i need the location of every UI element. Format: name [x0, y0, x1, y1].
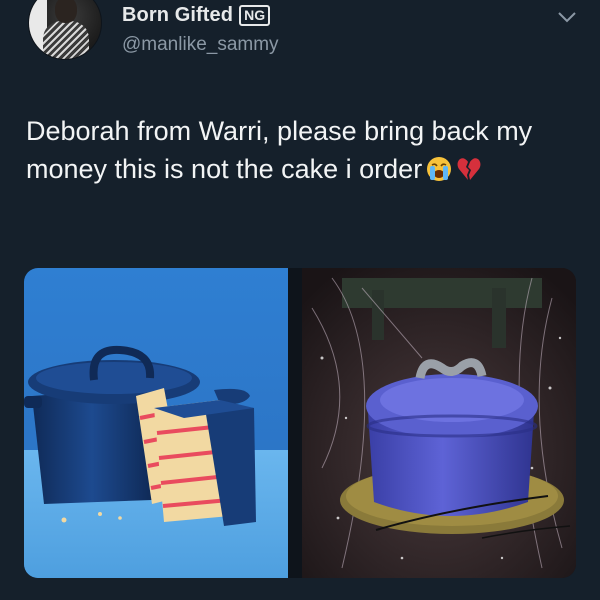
tweet-media-grid[interactable] — [24, 268, 576, 578]
crying-face-icon — [426, 154, 452, 192]
author-display-name[interactable]: Born Gifted — [122, 4, 233, 27]
expected-cake-photo[interactable] — [24, 268, 288, 578]
author-name-row[interactable]: Born Gifted NG — [122, 4, 271, 27]
chevron-down-icon[interactable] — [556, 8, 578, 26]
broken-heart-icon — [456, 154, 482, 192]
received-cake-photo[interactable] — [302, 268, 576, 578]
author-handle[interactable]: @manlike_sammy — [122, 34, 279, 56]
avatar-head — [55, 0, 77, 23]
tweet-text: Deborah from Warri, please bring back my… — [26, 112, 546, 192]
country-badge: NG — [239, 5, 271, 26]
author-avatar[interactable] — [28, 0, 102, 60]
avatar-body — [43, 21, 89, 59]
